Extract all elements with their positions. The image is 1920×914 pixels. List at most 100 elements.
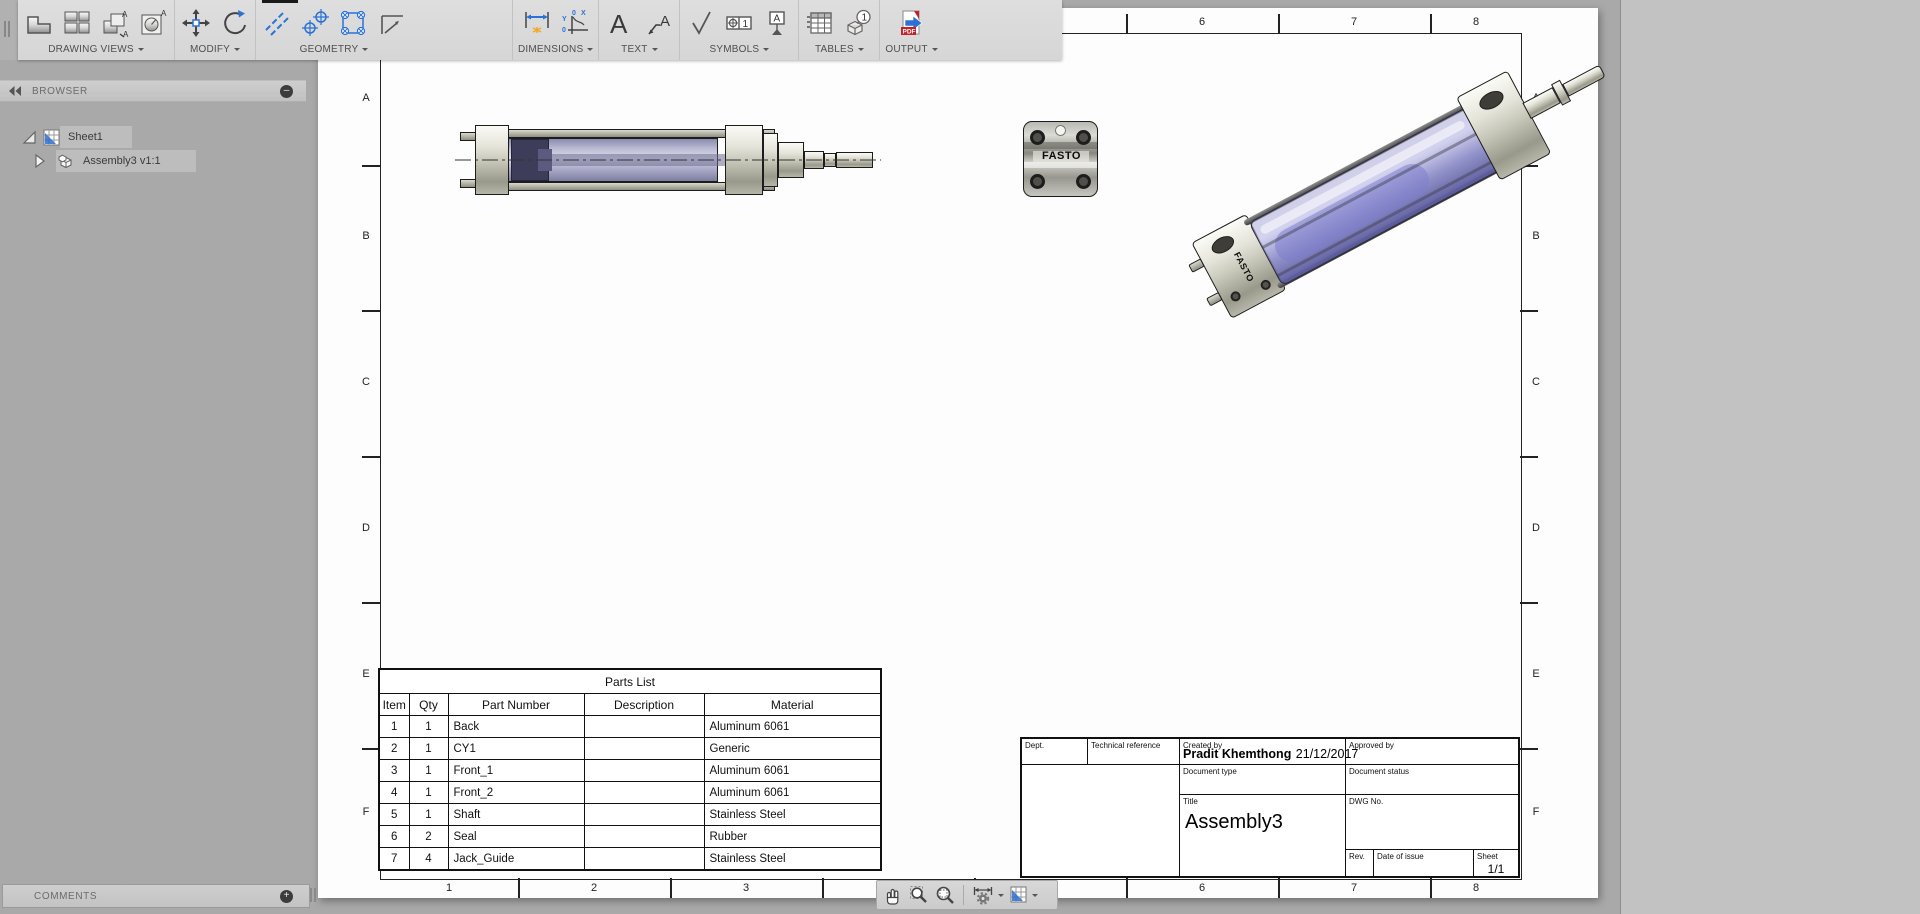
collapsed-arrow-icon[interactable] (34, 154, 46, 168)
titleblock-cell-approvedby: Approved by (1346, 739, 1518, 765)
projected-view-button[interactable]: A A (99, 6, 131, 40)
leader-text-button[interactable]: A (642, 6, 674, 40)
sheet-number: 1/1 (1474, 862, 1518, 876)
parts-list-table[interactable]: Parts List Item Qty Part Number Descript… (378, 668, 882, 871)
cell-desc (584, 782, 704, 804)
svg-text:A: A (123, 30, 129, 38)
toolbar-menu-dimensions[interactable]: DIMENSIONS (518, 44, 593, 55)
titleblock-cell-dept: Dept. (1022, 739, 1088, 765)
table-button[interactable] (804, 6, 836, 40)
assembly-icon (56, 153, 74, 170)
drag-grip[interactable] (4, 21, 6, 37)
zone-tick (1278, 14, 1280, 33)
dimension-button[interactable] (521, 6, 553, 40)
collapse-panel-icon[interactable] (8, 85, 22, 97)
end-view[interactable]: FASTO (1023, 121, 1098, 197)
sidebar-item-assembly3[interactable]: Assembly3 v1:1 (34, 150, 161, 172)
cell-material: Stainless Steel (704, 848, 881, 871)
multiple-views-icon (62, 8, 92, 38)
move-button[interactable] (180, 6, 212, 40)
drag-grip[interactable] (8, 21, 10, 37)
sheet-settings-button[interactable] (1008, 883, 1040, 907)
toolbar-menu-geometry[interactable]: GEOMETRY (300, 44, 369, 55)
titleblock-cell-sheet: Sheet 1/1 (1474, 850, 1518, 876)
toolbar-menu-output[interactable]: OUTPUT (885, 44, 937, 55)
sidebar-item-sheet1[interactable]: Sheet1 (22, 126, 103, 148)
detail-view-icon: A (138, 8, 168, 38)
expanded-arrow-icon[interactable] (22, 130, 37, 145)
cell-desc (584, 804, 704, 826)
toolbar-menu-symbols[interactable]: SYMBOLS (709, 44, 769, 55)
zone-label: 1 (437, 880, 461, 896)
toolbar-menu-text[interactable]: TEXT (621, 44, 657, 55)
title-block[interactable]: Dept. Technical reference Created by Pra… (1020, 737, 1520, 878)
toolbar-menu-drawing-views[interactable]: DRAWING VIEWS (48, 44, 144, 55)
toolbar-menu-tables[interactable]: TABLES (815, 44, 864, 55)
text-icon: A (605, 8, 635, 38)
multiple-views-button[interactable] (61, 6, 93, 40)
zoom-window-button[interactable] (933, 883, 957, 907)
center-mark-pattern-button[interactable] (337, 6, 369, 40)
comments-bar[interactable]: COMMENTS + (2, 884, 310, 908)
centerline-icon (262, 8, 292, 38)
toolbar-divider (963, 885, 964, 905)
base-view-icon (24, 8, 54, 38)
centerline-button[interactable] (261, 6, 293, 40)
chevron-down-icon (362, 48, 368, 54)
cell-item: 5 (379, 804, 409, 826)
cell-qty: 1 (409, 782, 448, 804)
toolbar-menu-modify[interactable]: MODIFY (190, 44, 240, 55)
feature-control-frame-button[interactable]: 1 (723, 6, 755, 40)
display-settings-button[interactable] (970, 883, 1006, 907)
zone-tick (362, 310, 380, 312)
datum-identifier-icon: A (762, 8, 792, 38)
output-pdf-button[interactable]: PDF (896, 6, 928, 40)
zone-tick (362, 602, 380, 604)
table-row: 3 1 Front_1 Aluminum 6061 (379, 760, 881, 782)
active-tab-indicator (262, 0, 298, 3)
edge-extension-button[interactable] (375, 6, 407, 40)
cell-part: Seal (448, 826, 584, 848)
text-button[interactable]: A (604, 6, 636, 40)
center-mark-button[interactable] (299, 6, 331, 40)
chevron-down-icon (763, 48, 769, 54)
cell-desc (584, 716, 704, 738)
dimension-icon (522, 8, 552, 38)
cell-item: 3 (379, 760, 409, 782)
cylinder-tube (1248, 106, 1501, 286)
browser-header: BROWSER – (0, 80, 306, 102)
svg-text:PDF: PDF (902, 29, 915, 36)
titleblock-cell-title: Title Assembly3 (1180, 795, 1346, 876)
svg-text:0: 0 (572, 10, 576, 17)
sidebar-item-label: Assembly3 v1:1 (83, 155, 161, 167)
comments-title: COMMENTS (34, 891, 97, 902)
zone-tick (1278, 878, 1280, 898)
svg-text:0: 0 (562, 27, 566, 34)
pan-button[interactable] (881, 883, 905, 907)
datum-identifier-button[interactable]: A (761, 6, 793, 40)
base-view-button[interactable] (23, 6, 55, 40)
toolbar-group-drawing-views: A A A DRAWING VIEWS (18, 0, 175, 60)
zone-label: D (356, 520, 376, 536)
front-section-view[interactable] (453, 112, 883, 208)
zone-label: 8 (1464, 880, 1488, 896)
cell-desc (584, 826, 704, 848)
cell-part: Back (448, 716, 584, 738)
rotate-button[interactable] (218, 6, 250, 40)
balloon-icon: 1 (843, 8, 873, 38)
isometric-view[interactable]: FASTO (1195, 85, 1555, 320)
table-row: 6 2 Seal Rubber (379, 826, 881, 848)
detail-view-button[interactable]: A (137, 6, 169, 40)
browser-options-button[interactable]: – (280, 85, 293, 98)
ordinate-dimension-button[interactable]: 0 X Y 0 (559, 6, 591, 40)
cell-qty: 4 (409, 848, 448, 871)
drag-grip[interactable] (314, 888, 316, 902)
bolt-hole (1030, 130, 1045, 145)
sheet-icon (43, 129, 60, 146)
col-header: Part Number (448, 694, 584, 716)
drag-grip[interactable] (310, 888, 312, 902)
balloon-button[interactable]: 1 (842, 6, 874, 40)
zoom-button[interactable] (907, 883, 931, 907)
add-comment-button[interactable]: + (280, 890, 293, 903)
surface-texture-button[interactable] (685, 6, 717, 40)
